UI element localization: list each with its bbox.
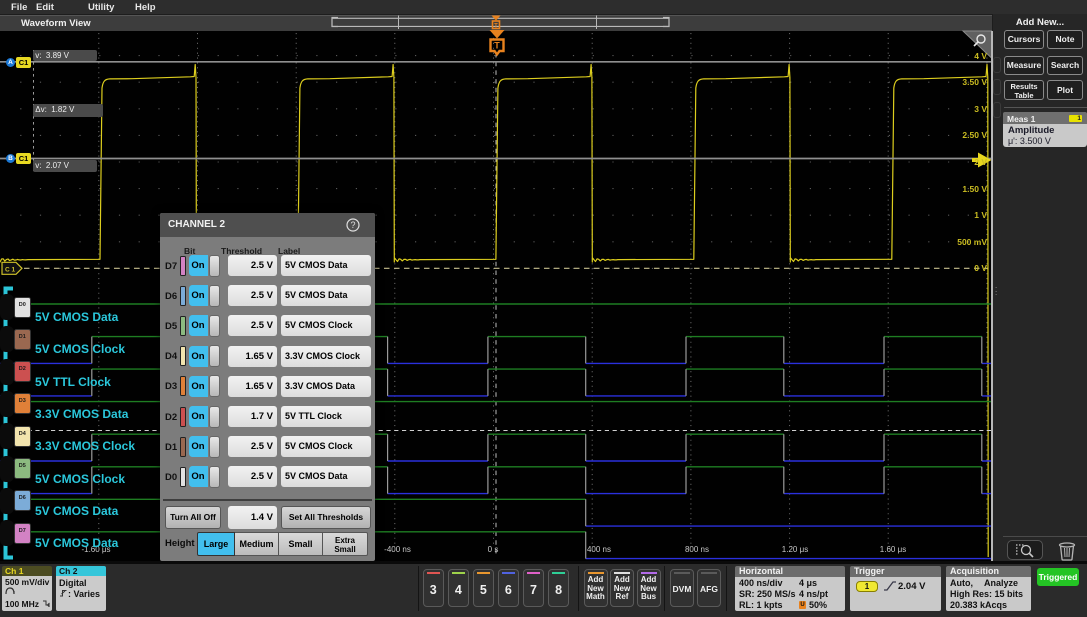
- svg-text:?: ?: [350, 220, 355, 230]
